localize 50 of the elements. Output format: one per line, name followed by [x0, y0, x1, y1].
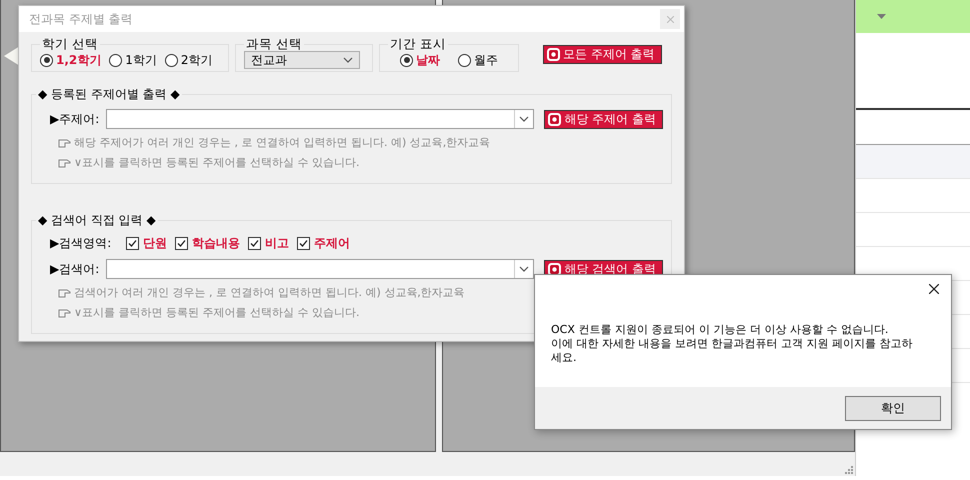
dropdown-caret-icon [519, 116, 530, 122]
radio-option[interactable]: 1,2학기 [40, 52, 102, 68]
close-icon [666, 16, 674, 22]
input-field[interactable] [106, 259, 534, 279]
dropdown-caret-icon [343, 57, 353, 63]
checkbox[interactable]: 학습내용 [175, 235, 240, 252]
close-icon[interactable] [929, 284, 939, 294]
output-button[interactable]: 해당 주제어 출력 [544, 110, 663, 128]
close-button[interactable] [660, 9, 680, 29]
pointing-hand-icon [58, 158, 71, 168]
message-text: 세요. [551, 351, 578, 365]
pointing-hand-icon [58, 288, 71, 298]
checkbox[interactable]: 단원 [126, 235, 167, 252]
message-text: OCX 컨트롤 지원이 종료되어 이 기능은 더 이상 사용할 수 없습니다. [551, 323, 890, 337]
dropdown-arrow-icon[interactable] [877, 14, 886, 19]
window-title: 전과목 주제별 출력 [29, 10, 133, 28]
hint-text: 해당 주제어가 여러 개인 경우는 , 로 연결하여 입력하면 됩니다. 예) 성교육,한자교육 [74, 135, 490, 150]
group-label: 과목 선택 [245, 36, 303, 53]
input-field[interactable] [106, 109, 534, 129]
radio-option[interactable]: 월주 [458, 52, 498, 68]
checkbox[interactable]: 주제어 [297, 235, 350, 252]
field-label: ▶주제어: [50, 110, 100, 128]
section-heading: ◆ 검색어 직접 입력 ◆ [36, 212, 158, 229]
ok-button[interactable]: 확인 [845, 396, 941, 420]
radio-option[interactable]: 1학기 [109, 52, 157, 68]
message-text: 이에 대한 자세한 내용을 보려면 한글과컴퓨터 고객 지원 페이지를 참고하 [551, 337, 914, 351]
check-icon [299, 239, 308, 248]
field-label: ▶검색영역: [50, 235, 112, 252]
field-label: ▶검색어: [50, 260, 100, 278]
section-heading: ◆ 등록된 주제어별 출력 ◆ [36, 86, 182, 103]
check-icon [250, 239, 259, 248]
dropdown-caret-icon [519, 266, 530, 272]
logo-icon [547, 48, 560, 61]
pointing-hand-icon [58, 138, 71, 148]
logo-icon [548, 112, 562, 126]
group-label: 기간 표시 [389, 36, 447, 53]
pointing-hand-icon [58, 308, 71, 318]
check-icon [128, 239, 137, 248]
resize-grip-icon[interactable] [844, 465, 853, 474]
checkbox[interactable]: 비고 [248, 235, 289, 252]
radio-option[interactable]: 2학기 [164, 52, 213, 68]
radio-option[interactable]: 날짜 [400, 52, 440, 68]
hint-text: ∨표시를 클릭하면 등록된 주제어를 선택하실 수 있습니다. [74, 305, 360, 320]
table-row[interactable] [855, 144, 970, 178]
output-all-button[interactable]: 모든 주제어 출력 [543, 45, 662, 64]
check-icon [177, 239, 186, 248]
hint-text: 검색어가 여러 개인 경우는 , 로 연결하여 입력하면 됩니다. 예) 성교육,한자교육 [74, 285, 465, 300]
subject-dropdown[interactable]: 전교과 [244, 51, 360, 69]
group-label: 학기 선택 [41, 36, 99, 53]
hint-text: ∨표시를 클릭하면 등록된 주제어를 선택하실 수 있습니다. [74, 155, 360, 170]
